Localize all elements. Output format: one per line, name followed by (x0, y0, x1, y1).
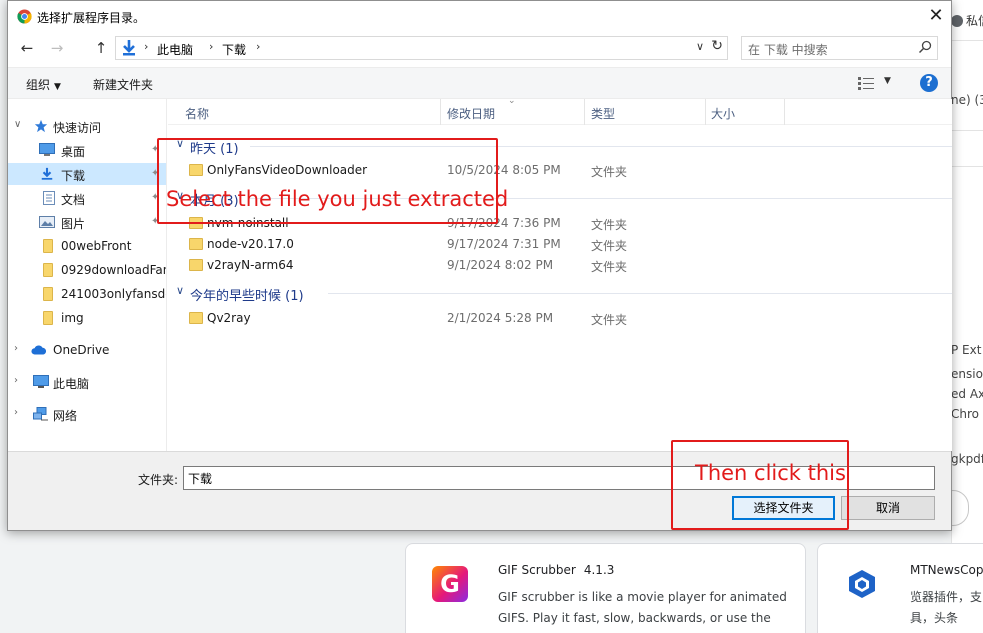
folder-icon (189, 312, 203, 324)
document-icon (43, 191, 55, 205)
breadcrumb-separator-icon[interactable]: › (144, 40, 148, 53)
background-text-fragment: ension (951, 367, 983, 381)
extension-card-title: MTNewsCop (910, 563, 983, 577)
extension-card-mtnewscop[interactable]: MTNewsCop 览器插件，支 具，头条 (817, 543, 983, 633)
file-row[interactable]: node-v20.17.0 9/17/2024 7:31 PM 文件夹 (168, 234, 952, 255)
star-icon (34, 119, 48, 133)
command-toolbar: 组织 ▼ 新建文件夹 ▼ ? (8, 67, 951, 99)
background-text-fragment: gkpdf (951, 452, 983, 466)
nav-item-network[interactable]: › 网络 (8, 403, 166, 425)
search-placeholder: 在 下载 中搜索 (748, 43, 828, 57)
navigation-pane: ∨ 快速访问 桌面 ✦ 下载 ✦ 文档 ✦ 图片 ✦ 00webFront 09… (8, 99, 167, 451)
background-divider (951, 40, 983, 41)
nav-item-pictures[interactable]: 图片 ✦ (8, 211, 166, 233)
chevron-right-icon[interactable]: › (14, 343, 18, 354)
column-divider[interactable] (584, 99, 585, 125)
background-private-label[interactable]: 私信 (951, 12, 983, 29)
nav-item-downloads[interactable]: 下载 ✦ (8, 163, 166, 185)
group-header-earlier-this-year[interactable]: ∨ 今年的早些时候 (1) (168, 282, 952, 304)
background-text-fragment: Chro (951, 407, 979, 421)
help-icon[interactable]: ? (920, 74, 938, 92)
column-header-size[interactable]: 大小 (711, 105, 735, 122)
folder-icon (189, 238, 203, 250)
extension-card-description: GIF scrubber is like a movie player for … (498, 590, 787, 633)
chevron-down-icon: ▼ (54, 82, 61, 92)
annotation-click-text: Then click this (695, 461, 846, 485)
column-header-date[interactable]: 修改日期 (447, 105, 495, 122)
nav-item-this-pc[interactable]: › 此电脑 (8, 371, 166, 393)
folder-field-label: 文件夹: (138, 473, 179, 487)
breadcrumb-this-pc[interactable]: 此电脑 (157, 41, 193, 58)
nav-item-onedrive[interactable]: › OneDrive (8, 339, 166, 361)
mtnewscop-logo-icon (844, 566, 880, 602)
annotation-click-box (671, 440, 849, 530)
folder-icon (43, 239, 53, 253)
up-button[interactable]: ↑ (90, 37, 112, 59)
background-text-fragment: ne) (3 (951, 93, 983, 107)
file-row[interactable]: v2rayN-arm64 9/1/2024 8:02 PM 文件夹 (168, 255, 952, 276)
folder-icon (43, 287, 53, 301)
chevron-down-icon[interactable]: ∨ (14, 119, 21, 130)
chevron-right-icon[interactable]: › (14, 407, 18, 418)
nav-item-folder[interactable]: img (8, 307, 166, 329)
background-text-fragment: ed Ax (951, 387, 983, 401)
breadcrumb-separator-icon[interactable]: › (256, 40, 260, 53)
view-dropdown-icon[interactable]: ▼ (884, 76, 891, 86)
search-icon (918, 40, 932, 54)
cloud-icon (31, 345, 47, 355)
background-divider (951, 130, 983, 131)
chevron-right-icon[interactable]: › (14, 375, 18, 386)
extension-card-title: GIF Scrubber 4.1.3 (498, 563, 615, 577)
sort-descending-icon: ⌄ (508, 96, 516, 106)
download-icon (41, 167, 53, 180)
desktop-icon (39, 143, 55, 156)
background-divider (951, 166, 983, 167)
column-divider[interactable] (440, 99, 441, 125)
refresh-button[interactable]: ↻ (711, 38, 723, 54)
annotation-select-text: Select the file you just extracted (166, 187, 509, 211)
profile-icon (951, 15, 963, 27)
organize-menu-button[interactable]: 组织 ▼ (26, 76, 61, 93)
folder-icon (189, 259, 203, 271)
view-options-icon[interactable] (858, 76, 874, 90)
breadcrumb-downloads[interactable]: 下载 (222, 41, 246, 58)
new-folder-button[interactable]: 新建文件夹 (93, 76, 153, 93)
column-header-type[interactable]: 类型 (591, 105, 615, 122)
background-text-fragment: P Ext (951, 343, 982, 357)
nav-item-quick-access[interactable]: ∨ 快速访问 (8, 115, 166, 137)
address-history-dropdown-icon[interactable]: ∨ (696, 40, 704, 53)
forward-button[interactable]: → (46, 37, 68, 59)
chrome-icon (17, 9, 32, 24)
column-divider[interactable] (784, 99, 785, 125)
folder-icon (43, 311, 53, 325)
nav-item-folder[interactable]: 0929downloadFan (8, 259, 166, 281)
extension-card-gif-scrubber[interactable]: G GIF Scrubber 4.1.3 GIF scrubber is like… (405, 543, 806, 633)
nav-item-folder[interactable]: 241003onlyfansdo (8, 283, 166, 305)
dialog-title: 选择扩展程序目录。 (37, 11, 146, 25)
address-bar[interactable]: › 此电脑 › 下载 › ∨ ↻ (115, 36, 728, 60)
dialog-titlebar[interactable]: 选择扩展程序目录。 ✕ (8, 1, 951, 32)
close-button[interactable]: ✕ (921, 1, 951, 31)
column-header-name[interactable]: 名称 (185, 105, 209, 122)
gif-scrubber-logo-icon: G (432, 566, 468, 602)
breadcrumb-separator-icon[interactable]: › (209, 40, 213, 53)
picture-icon (39, 216, 55, 228)
back-button[interactable]: ← (16, 37, 38, 59)
column-divider[interactable] (705, 99, 706, 125)
column-header-row: 名称 修改日期 ⌄ 类型 大小 (168, 96, 952, 125)
computer-icon (33, 375, 49, 388)
network-icon (33, 407, 48, 421)
nav-item-desktop[interactable]: 桌面 ✦ (8, 139, 166, 161)
download-arrow-icon (123, 40, 135, 56)
nav-item-documents[interactable]: 文档 ✦ (8, 187, 166, 209)
folder-icon (43, 263, 53, 277)
extension-card-description: 览器插件，支 具，头条 (910, 590, 983, 625)
cancel-button[interactable]: 取消 (841, 496, 935, 520)
file-row[interactable]: Qv2ray 2/1/2024 5:28 PM 文件夹 (168, 308, 952, 329)
chevron-down-icon[interactable]: ∨ (176, 284, 184, 297)
navigation-bar: ← → ↑ › 此电脑 › 下载 › ∨ ↻ 在 下载 中搜索 (8, 35, 951, 63)
nav-item-folder[interactable]: 00webFront (8, 235, 166, 257)
search-input[interactable]: 在 下载 中搜索 (741, 36, 938, 60)
annotation-select-box (157, 138, 498, 224)
